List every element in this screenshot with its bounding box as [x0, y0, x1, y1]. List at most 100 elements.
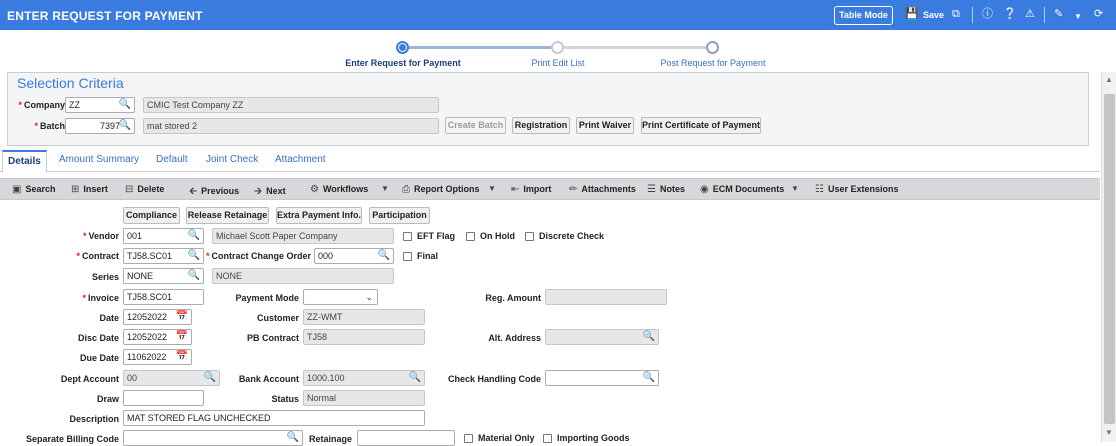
- calendar-icon[interactable]: 📅: [176, 350, 188, 364]
- notes-button[interactable]: ☰ Notes: [647, 184, 685, 195]
- eft-flag-checkbox[interactable]: [403, 232, 412, 241]
- step-label-print[interactable]: Print Edit List: [531, 58, 584, 68]
- alt-address-label: Alt. Address: [488, 333, 541, 343]
- customer-field: ZZ-WMT: [303, 309, 425, 325]
- delete-button[interactable]: ⊟ Delete: [125, 184, 164, 195]
- print-certificate-button[interactable]: Print Certificate of Payment: [641, 117, 761, 134]
- company-input[interactable]: ZZ 🔍: [65, 97, 135, 113]
- search-icon[interactable]: 🔍: [378, 249, 390, 263]
- save-button[interactable]: Save: [923, 10, 944, 20]
- chevron-down-icon[interactable]: ⌄: [365, 290, 373, 304]
- step-label-enter[interactable]: Enter Request for Payment: [345, 58, 461, 68]
- invoice-input[interactable]: TJ58.SC01: [123, 289, 204, 305]
- tab-details[interactable]: Details: [2, 150, 47, 173]
- toolbar-divider: [1044, 7, 1045, 23]
- chevron-down-icon[interactable]: ▼: [381, 184, 389, 193]
- company-label: * Company: [18, 100, 65, 110]
- separate-billing-code-input[interactable]: 🔍: [123, 430, 303, 446]
- batch-input[interactable]: 7397 🔍: [65, 118, 135, 134]
- dept-account-field[interactable]: 00 🔍: [123, 370, 220, 386]
- tab-default[interactable]: Default: [156, 154, 188, 165]
- step-dot-active[interactable]: [396, 41, 409, 54]
- draw-input[interactable]: [123, 390, 204, 406]
- dept-account-label: Dept Account: [60, 374, 119, 384]
- info-icon[interactable]: ⓘ: [982, 8, 993, 21]
- search-icon[interactable]: 🔍: [119, 98, 131, 112]
- user-extensions-button[interactable]: ☷ User Extensions: [815, 184, 899, 195]
- discrete-check-checkbox[interactable]: [525, 232, 534, 241]
- step-dot[interactable]: [551, 41, 564, 54]
- description-input[interactable]: MAT STORED FLAG UNCHECKED: [123, 410, 425, 426]
- search-icon[interactable]: 🔍: [188, 269, 200, 283]
- scroll-up-icon[interactable]: ▲: [1105, 75, 1113, 84]
- compliance-button[interactable]: Compliance: [123, 207, 180, 224]
- registration-button[interactable]: Registration: [512, 117, 570, 134]
- chevron-down-icon[interactable]: ▼: [1074, 10, 1082, 23]
- payment-mode-select[interactable]: ⌄: [303, 289, 378, 305]
- create-batch-button[interactable]: Create Batch: [445, 117, 506, 134]
- search-icon[interactable]: 🔍: [409, 371, 421, 385]
- search-icon[interactable]: 🔍: [287, 431, 299, 445]
- ecm-documents-button[interactable]: ◉ ECM Documents: [700, 184, 784, 195]
- arrow-left-icon: 🡰: [189, 186, 198, 197]
- report-options-button[interactable]: ⎙ Report Options: [402, 184, 480, 195]
- paperclip-icon: ✏: [569, 184, 578, 195]
- insert-button[interactable]: ⊞ Insert: [71, 184, 108, 195]
- search-icon[interactable]: 🔍: [204, 371, 216, 385]
- search-icon[interactable]: 🔍: [188, 229, 200, 243]
- date-label: Date: [99, 313, 119, 323]
- print-waiver-button[interactable]: Print Waiver: [576, 117, 634, 134]
- final-checkbox[interactable]: [403, 252, 412, 261]
- tab-amount-summary[interactable]: Amount Summary: [59, 154, 139, 165]
- scrollbar-thumb[interactable]: [1104, 94, 1115, 424]
- import-button[interactable]: ⇤ Import: [511, 184, 551, 195]
- release-retainage-button[interactable]: Release Retainage: [186, 207, 269, 224]
- search-icon[interactable]: 🔍: [119, 119, 131, 133]
- search-icon[interactable]: 🔍: [643, 330, 655, 344]
- disc-date-input[interactable]: 12052022 📅: [123, 329, 192, 345]
- scroll-down-icon[interactable]: ▼: [1105, 428, 1113, 437]
- step-dot[interactable]: [706, 41, 719, 54]
- previous-button[interactable]: 🡰 Previous: [189, 184, 239, 201]
- vendor-input[interactable]: 001 🔍: [123, 228, 204, 244]
- contract-change-order-input[interactable]: 000 🔍: [314, 248, 394, 264]
- series-input[interactable]: NONE 🔍: [123, 268, 204, 284]
- check-handling-code-input[interactable]: 🔍: [545, 370, 659, 386]
- date-input[interactable]: 12052022 📅: [123, 309, 192, 325]
- next-button[interactable]: 🡲 Next: [254, 184, 286, 201]
- calendar-icon[interactable]: 📅: [176, 330, 188, 344]
- table-mode-button[interactable]: Table Mode: [834, 6, 893, 25]
- tab-joint-check[interactable]: Joint Check: [206, 154, 258, 165]
- retainage-input[interactable]: [357, 430, 455, 446]
- contract-label: * Contract: [76, 251, 119, 261]
- chevron-down-icon[interactable]: ▼: [791, 184, 799, 193]
- final-label: Final: [417, 251, 439, 261]
- workflows-button[interactable]: ⚙ Workflows: [310, 184, 368, 195]
- on-hold-checkbox[interactable]: [466, 232, 475, 241]
- step-label-post[interactable]: Post Request for Payment: [660, 58, 765, 68]
- bank-account-field[interactable]: 1000.100 🔍: [303, 370, 425, 386]
- help-icon[interactable]: ❔: [1003, 8, 1017, 21]
- vertical-scrollbar[interactable]: ▲ ▼: [1101, 72, 1116, 442]
- search-icon: ▣: [12, 184, 22, 195]
- save-icon[interactable]: 💾: [905, 8, 919, 21]
- due-date-input[interactable]: 11062022 📅: [123, 349, 192, 365]
- warning-icon[interactable]: ⚠: [1025, 8, 1035, 21]
- attachments-button[interactable]: ✏ Attachments: [569, 184, 636, 195]
- insert-icon: ⊞: [71, 184, 80, 195]
- extra-payment-info-button[interactable]: Extra Payment Info.: [276, 207, 362, 224]
- search-icon[interactable]: 🔍: [188, 249, 200, 263]
- copy-icon[interactable]: ⧉: [952, 8, 960, 21]
- alt-address-field[interactable]: 🔍: [545, 329, 659, 345]
- chevron-down-icon[interactable]: ▼: [488, 184, 496, 193]
- refresh-icon[interactable]: ⟳: [1094, 8, 1103, 21]
- ecm-icon: ◉: [700, 184, 709, 195]
- search-button[interactable]: ▣ Search: [12, 184, 55, 195]
- printer-icon: ⎙: [402, 184, 410, 195]
- participation-button[interactable]: Participation: [369, 207, 430, 224]
- tab-attachment[interactable]: Attachment: [275, 154, 326, 165]
- search-icon[interactable]: 🔍: [643, 371, 655, 385]
- contract-input[interactable]: TJ58.SC01 🔍: [123, 248, 204, 264]
- edit-icon[interactable]: ✎: [1054, 8, 1063, 21]
- calendar-icon[interactable]: 📅: [176, 310, 188, 324]
